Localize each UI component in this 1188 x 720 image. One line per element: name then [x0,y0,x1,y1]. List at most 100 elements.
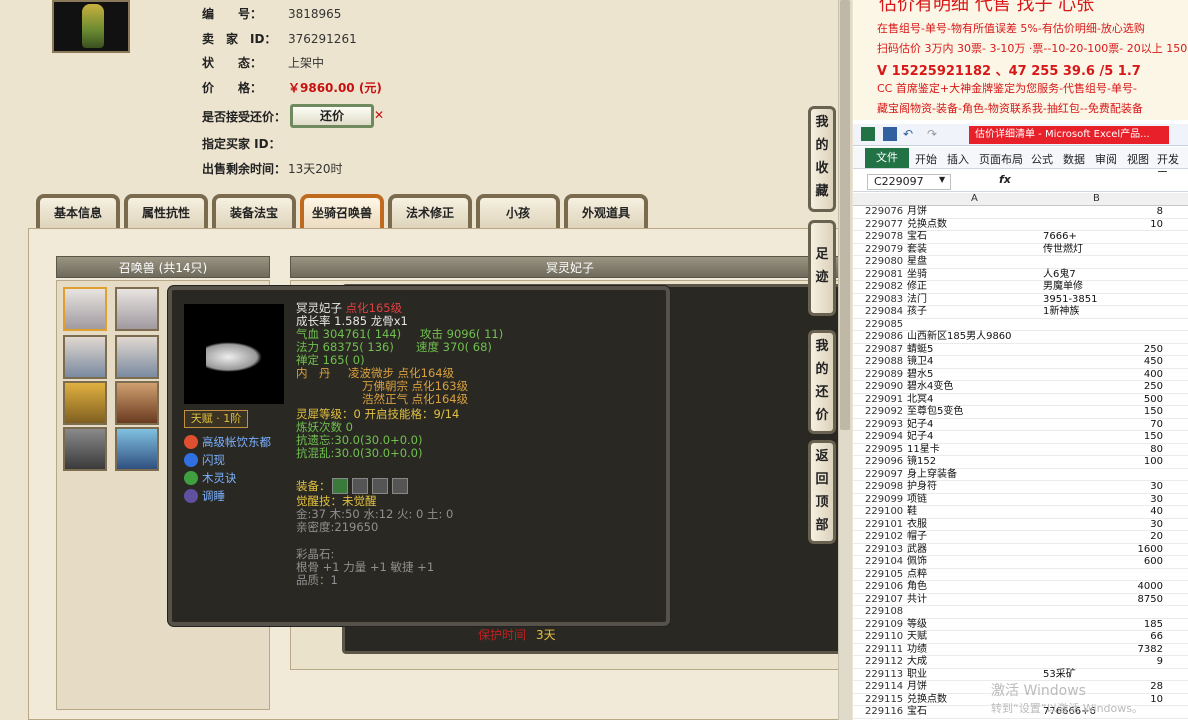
table-row[interactable]: 229091 北冥4 500 [853,394,1188,406]
cell-a[interactable]: 月饼 [907,681,927,694]
row-number[interactable]: 229113 [865,669,905,682]
row-number[interactable]: 229087 [865,344,905,357]
cell-a[interactable]: 帽子 [907,531,927,544]
tab-file[interactable]: 文件 [865,148,909,168]
row-number[interactable]: 229090 [865,381,905,394]
cell-a[interactable]: 兑换点数 [907,694,947,707]
cell-a[interactable]: 护身符 [907,481,937,494]
cell-a[interactable]: 角色 [907,581,927,594]
back-to-top-button[interactable]: 返回顶部 [808,440,836,544]
cell-b[interactable]: 600 [1043,556,1163,569]
row-number[interactable]: 229114 [865,681,905,694]
scrollbar-thumb[interactable] [840,0,850,430]
pet-slot[interactable] [63,287,107,331]
row-number[interactable]: 229095 [865,444,905,457]
cell-b[interactable]: 80 [1043,444,1163,457]
cell-a[interactable]: 共计 [907,594,927,607]
cell-b[interactable]: 400 [1043,369,1163,382]
row-number[interactable]: 229099 [865,494,905,507]
cell-a[interactable]: 月饼 [907,206,927,219]
cell-b[interactable]: 30 [1043,494,1163,507]
row-number[interactable]: 229077 [865,219,905,232]
table-row[interactable]: 229112 大成 9 [853,656,1188,669]
pet-slot[interactable] [115,427,159,471]
tab-view[interactable]: 视图 [1127,151,1149,167]
row-number[interactable]: 229102 [865,531,905,544]
cell-a[interactable]: 星盘 [907,256,927,269]
table-row[interactable]: 229086 山西新区185男人9860 [853,331,1188,344]
row-number[interactable]: 229096 [865,456,905,469]
cell-b[interactable]: 30 [1043,519,1163,532]
cell-b[interactable]: 8 [1043,206,1163,219]
cell-b[interactable]: 传世燃灯 [1043,244,1083,257]
cell-a[interactable]: 套装 [907,244,927,257]
table-row[interactable]: 229110 天赋 66 [853,631,1188,644]
row-number[interactable]: 229101 [865,519,905,532]
row-number[interactable]: 229112 [865,656,905,669]
table-row[interactable]: 229095 11星卡 80 [853,444,1188,457]
cell-b[interactable]: 150 [1043,431,1163,444]
cell-a[interactable]: 佩饰 [907,556,927,569]
cell-b[interactable]: 66 [1043,631,1163,644]
table-row[interactable]: 229101 衣服 30 [853,519,1188,532]
cell-b[interactable]: 10 [1043,219,1163,232]
row-number[interactable]: 229076 [865,206,905,219]
cell-a[interactable]: 点粹 [907,569,927,582]
cell-a[interactable]: 武器 [907,544,927,557]
pet-slot[interactable] [115,335,159,379]
row-number[interactable]: 229103 [865,544,905,557]
pet-slot[interactable] [63,335,107,379]
cell-a[interactable]: 蜻蜓5 [907,344,933,357]
row-number[interactable]: 229084 [865,306,905,319]
table-row[interactable]: 229087 蜻蜓5 250 [853,344,1188,357]
cell-b[interactable]: 1新神族 [1043,306,1079,319]
tab-appearance[interactable]: 外观道具 [564,194,648,228]
cell-a[interactable]: 镜152 [907,456,936,469]
cell-b[interactable]: 8750 [1043,594,1163,607]
table-row[interactable]: 229108 [853,606,1188,619]
footprint-button[interactable]: 足迹 [808,220,836,316]
table-row[interactable]: 229100 鞋 40 [853,506,1188,519]
cell-b[interactable]: 450 [1043,356,1163,369]
table-row[interactable]: 229102 帽子 20 [853,531,1188,544]
table-row[interactable]: 229088 镜卫4 450 [853,356,1188,369]
cell-a[interactable]: 至尊包5变色 [907,406,963,419]
cell-b[interactable]: 1600 [1043,544,1163,557]
cell-a[interactable]: 天赋 [907,631,927,644]
cell-a[interactable]: 碧水4变色 [907,381,953,394]
tab-page-layout[interactable]: 页面布局 [979,151,1023,167]
pet-slot[interactable] [115,287,159,331]
row-number[interactable]: 229110 [865,631,905,644]
cell-a[interactable]: 妃子4 [907,419,933,432]
equip-slot-icon[interactable] [372,478,388,494]
cell-b[interactable]: 人6鬼7 [1043,269,1076,282]
redo-icon[interactable]: ↷ [927,127,941,141]
equip-slot-icon[interactable] [392,478,408,494]
pet-slot[interactable] [63,427,107,471]
row-number[interactable]: 229111 [865,644,905,657]
tab-equipment[interactable]: 装备法宝 [212,194,296,228]
equip-slot-icon[interactable] [352,478,368,494]
cell-a[interactable]: 坐骑 [907,269,927,282]
cell-b[interactable]: 30 [1043,481,1163,494]
cell-a[interactable]: 职业 [907,669,927,682]
table-row[interactable]: 229096 镜152 100 [853,456,1188,469]
cell-b[interactable]: 7666+ [1043,231,1077,244]
table-row[interactable]: 229097 身上穿装备 [853,469,1188,482]
cell-a[interactable]: 鞋 [907,506,917,519]
undo-icon[interactable]: ↶ [903,127,917,141]
counter-offer-button[interactable]: 还价 [290,104,374,128]
row-number[interactable]: 229097 [865,469,905,482]
pet-slot[interactable] [115,381,159,425]
tab-review[interactable]: 审阅 [1095,151,1117,167]
my-counter-offers-button[interactable]: 我的还价 [808,330,836,434]
column-header[interactable]: A [971,193,978,204]
tab-data[interactable]: 数据 [1063,151,1085,167]
table-row[interactable]: 229106 角色 4000 [853,581,1188,594]
cell-a[interactable]: 项链 [907,494,927,507]
table-row[interactable]: 229094 妃子4 150 [853,431,1188,444]
row-number[interactable]: 229082 [865,281,905,294]
table-row[interactable]: 229104 佩饰 600 [853,556,1188,569]
table-row[interactable]: 229098 护身符 30 [853,481,1188,494]
table-row[interactable]: 229109 等级 185 [853,619,1188,631]
